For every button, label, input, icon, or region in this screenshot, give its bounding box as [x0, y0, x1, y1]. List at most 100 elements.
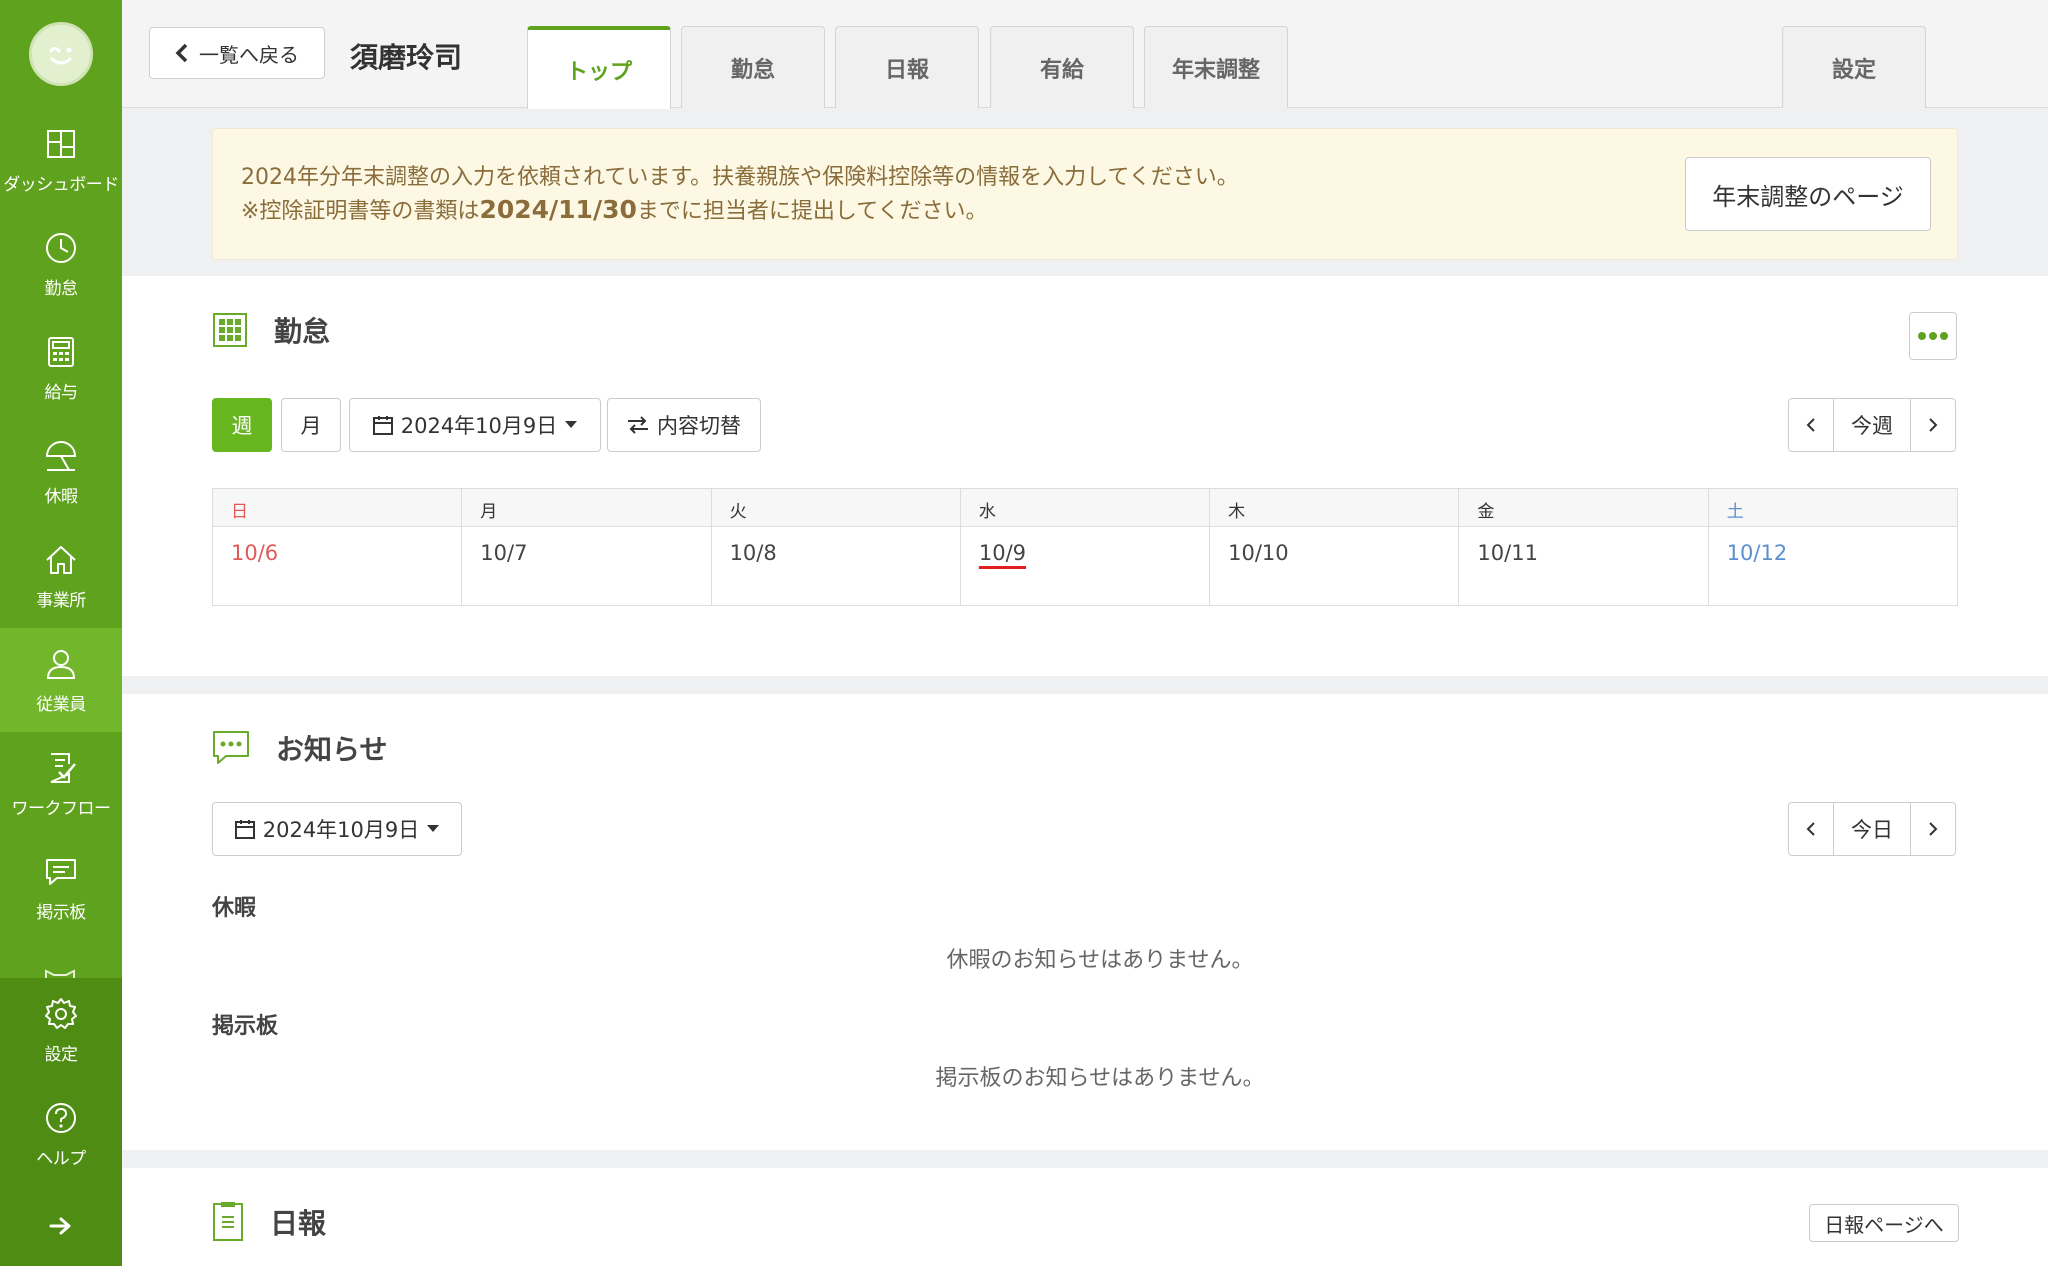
notice-deadline: 2024/11/30: [479, 195, 637, 224]
next-day-button[interactable]: [1911, 803, 1955, 855]
sidebar-item-attendance[interactable]: 勤怠: [0, 212, 122, 316]
attendance-heading: 勤怠: [274, 315, 331, 348]
tab-settings[interactable]: 設定: [1782, 26, 1926, 108]
next-week-button[interactable]: [1911, 399, 1955, 451]
today-button[interactable]: 今日: [1833, 803, 1911, 855]
notice-suffix: までに担当者に提出してください。: [636, 199, 988, 224]
sidebar-item-label: 勤怠: [44, 278, 79, 299]
header-bar: 一覧へ戻る 須磨玲司 トップ 勤怠 日報 有給 年末調整 設定: [122, 0, 2048, 109]
week-calendar: 日 10/6 月 10/7 火 10/8 水 10/9 木 10/10 金 10…: [212, 488, 1958, 606]
day-column-wednesday[interactable]: 水 10/9: [960, 489, 1211, 605]
sidebar-item-board[interactable]: 掲示板: [0, 836, 122, 940]
tab-top[interactable]: トップ: [527, 26, 671, 109]
day-date: 10/10: [1228, 541, 1289, 565]
news-title: お知らせ: [212, 728, 387, 768]
help-icon: [46, 1102, 76, 1133]
news-section: お知らせ 2024年10月9日 今日 休暇 休暇のお知らせはありません。 掲示板…: [122, 694, 2048, 1150]
day-header: 日: [213, 489, 462, 527]
back-to-list-button[interactable]: 一覧へ戻る: [149, 27, 325, 79]
sidebar-item-workflow[interactable]: ワークフロー: [0, 732, 122, 836]
calendar-grid-icon: [213, 313, 247, 347]
notice-line-2: ※控除証明書等の書類は2024/11/30までに担当者に提出してください。: [241, 193, 988, 225]
day-column-monday[interactable]: 月 10/7: [462, 489, 712, 605]
tab-year-end-adjustment[interactable]: 年末調整: [1144, 26, 1288, 108]
this-week-button[interactable]: 今週: [1833, 399, 1911, 451]
sidebar-item-help[interactable]: ヘルプ: [0, 1082, 122, 1186]
news-heading: お知らせ: [276, 733, 388, 766]
day-header: 土: [1708, 489, 1957, 527]
tab-attendance[interactable]: 勤怠: [681, 26, 825, 108]
chevron-left-icon: [175, 43, 188, 63]
sidebar-item-label: 設定: [44, 1044, 79, 1065]
date-picker-button[interactable]: 2024年10月9日: [349, 398, 601, 452]
person-icon: [46, 649, 76, 679]
prev-week-button[interactable]: [1789, 399, 1833, 451]
daily-report-heading: 日報: [270, 1207, 327, 1240]
month-view-button[interactable]: 月: [281, 398, 341, 452]
day-column-tuesday[interactable]: 火 10/8: [711, 489, 961, 605]
document-icon: [213, 1202, 243, 1241]
home-icon: [46, 545, 76, 574]
calendar-icon: [372, 416, 393, 435]
more-options-button[interactable]: [1909, 312, 1957, 360]
day-date: 10/7: [480, 541, 528, 565]
week-view-button[interactable]: 週: [212, 398, 272, 452]
news-date-label: 2024年10月9日: [262, 818, 420, 842]
speech-bubble-icon: [213, 731, 249, 764]
logo-icon[interactable]: [29, 22, 93, 86]
year-end-notice: 2024年分年末調整の入力を依頼されています。扶養親族や保険料控除等の情報を入力…: [212, 128, 1958, 260]
collapse-arrow-icon[interactable]: [0, 1186, 122, 1266]
tab-paid-leave[interactable]: 有給: [990, 26, 1134, 108]
logo-area: [0, 0, 122, 108]
sidebar-item-payroll[interactable]: 給与: [0, 316, 122, 420]
day-date-today: 10/9: [961, 527, 1209, 579]
day-pager: 今日: [1788, 802, 1956, 856]
sidebar-item-label: 従業員: [36, 694, 86, 715]
sidebar-item-label: ダッシュボード: [3, 174, 119, 195]
clock-icon: [46, 232, 76, 263]
day-header: 金: [1459, 489, 1708, 527]
day-column-saturday[interactable]: 土 10/12: [1708, 489, 1957, 605]
day-date: 10/8: [729, 541, 777, 565]
sidebar-item-label: 休暇: [44, 486, 79, 507]
year-end-page-button[interactable]: 年末調整のページ: [1685, 157, 1931, 231]
chevron-right-icon: [1929, 822, 1938, 836]
day-column-sunday[interactable]: 日 10/6: [213, 489, 463, 605]
caret-down-icon: [565, 421, 578, 428]
toggle-content-label: 内容切替: [657, 414, 741, 438]
sidebar-item-label: ヘルプ: [36, 1148, 86, 1169]
sidebar-item-vacation[interactable]: 休暇: [0, 420, 122, 524]
back-label: 一覧へ戻る: [199, 42, 299, 67]
toggle-content-button[interactable]: 内容切替: [607, 398, 761, 452]
day-date: 10/11: [1477, 541, 1538, 565]
chat-icon: [46, 858, 76, 885]
gear-icon: [45, 997, 77, 1029]
date-picker-label: 2024年10月9日: [400, 414, 558, 438]
day-column-thursday[interactable]: 木 10/10: [1210, 489, 1460, 605]
sidebar-item-employee[interactable]: 従業員: [0, 628, 122, 732]
caret-down-icon: [427, 825, 440, 832]
prev-day-button[interactable]: [1789, 803, 1833, 855]
news-date-picker-button[interactable]: 2024年10月9日: [212, 802, 462, 856]
sidebar-item-office[interactable]: 事業所: [0, 524, 122, 628]
day-header: 火: [711, 489, 960, 527]
attendance-section: 勤怠 週 月 2024年10月9日 内容切替 今週 日 10/6 月 10/7 …: [122, 276, 2048, 676]
tab-daily-report[interactable]: 日報: [835, 26, 979, 108]
day-header: 水: [960, 489, 1210, 527]
sidebar-item-dashboard[interactable]: ダッシュボード: [0, 108, 122, 212]
employee-name: 須磨玲司: [350, 41, 463, 74]
chevron-right-icon: [1929, 418, 1938, 432]
notice-line-1: 2024年分年末調整の入力を依頼されています。扶養親族や保険料控除等の情報を入力…: [241, 165, 1239, 190]
swap-icon: [628, 416, 648, 434]
board-empty-message: 掲示板のお知らせはありません。: [935, 1066, 1265, 1091]
day-column-friday[interactable]: 金 10/11: [1459, 489, 1709, 605]
day-header: 月: [462, 489, 711, 527]
daily-report-page-button[interactable]: 日報ページへ: [1809, 1204, 1959, 1242]
dashboard-icon: [47, 129, 75, 158]
sidebar-item-settings[interactable]: 設定: [0, 978, 122, 1082]
board-subheading: 掲示板: [212, 1014, 279, 1039]
day-date: 10/12: [1726, 541, 1788, 565]
ellipsis-icon: [1918, 332, 1948, 340]
day-header: 木: [1210, 489, 1459, 527]
day-date: 10/6: [231, 541, 279, 565]
